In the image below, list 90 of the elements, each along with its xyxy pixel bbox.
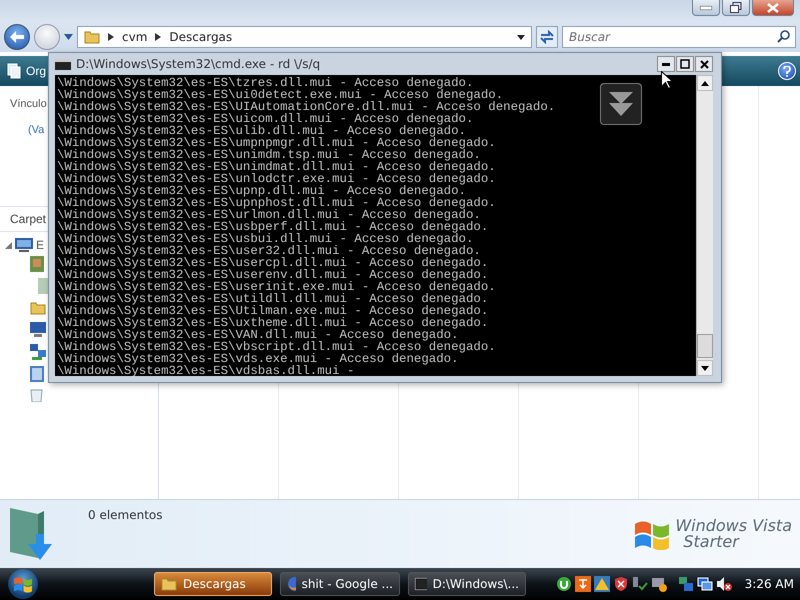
edition-name: Starter: [682, 534, 741, 550]
console-output-line: \Windows\System32\es-ES\uicom.dll.mui - Acceso denegado.: [57, 113, 474, 125]
console-output-line: \Windows\System32\es-ES\UIAutomationCore.dll.mui - Acceso denegado.: [57, 101, 556, 113]
minimize-button[interactable]: [692, 0, 720, 16]
help-question-icon: [783, 66, 791, 76]
brand-name: Windows Vista: [675, 518, 792, 534]
console-output-line: \Windows\System32\es-ES\ui0detect.exe.mui - Acceso denegado.: [57, 89, 504, 101]
clock[interactable]: 3:26 AM: [744, 577, 794, 591]
scroll-down-button[interactable]: [697, 360, 713, 376]
console-output-line: \Windows\System32\es-ES\unimdmat.dll.mui - Acceso denegado.: [57, 161, 496, 173]
console-output-line: \Windows\System32\es-ES\upnphost.dll.mui - Acceso denegado.: [57, 197, 496, 209]
back-arrow-icon: [10, 31, 24, 43]
organize-button[interactable]: Org: [4, 61, 48, 81]
windows-flag-icon: [13, 575, 33, 593]
folder-icon: [30, 300, 46, 316]
scrollbar-thumb[interactable]: [697, 334, 713, 358]
taskbar-button[interactable]: shit - Google ...: [280, 572, 400, 596]
console-output-line: \Windows\System32\es-ES\umpnpmgr.dll.mui - Acceso denegado.: [57, 137, 496, 149]
minimize-button[interactable]: [657, 56, 675, 72]
computer-icon: [30, 322, 46, 338]
help-button[interactable]: [778, 62, 796, 80]
console-output-line: \Windows\System32\es-ES\upnp.dll.mui - Acceso denegado.: [57, 185, 466, 197]
console-output-line: \Windows\System32\es-ES\usbperf.dll.mui - Acceso denegado.: [57, 221, 488, 233]
console-window-title: D:\Windows\System32\cmd.exe - rd \/s/q: [76, 57, 320, 71]
console-output-line: \Windows\System32\es-ES\usercpl.dll.mui - Acceso denegado.: [57, 257, 488, 269]
close-button[interactable]: [695, 56, 713, 72]
console-output-line: \Windows\System32\es-ES\userenv.dll.mui - Acceso denegado.: [57, 269, 488, 281]
warning-icon[interactable]: [594, 576, 610, 592]
network-icon: [30, 344, 46, 360]
console-output-line: \Windows\System32\es-ES\utildll.dll.mui - Acceso denegado.: [57, 293, 488, 305]
taskbar-button[interactable]: D:\Windows\...: [408, 572, 526, 596]
browser-globe-icon: [287, 576, 296, 592]
console-output-line: \Windows\System32\es-ES\user32.dll.mui - Acceso denegado.: [57, 245, 481, 257]
search-icon: [777, 30, 790, 43]
item-count: 0 elementos: [87, 507, 163, 524]
computer-icon: [15, 238, 33, 252]
restore-icon: [730, 2, 742, 13]
console-output-line: \Windows\System32\es-ES\userinit.exe.mui - Acceso denegado.: [57, 281, 496, 293]
expanded-arrow-icon[interactable]: [5, 242, 12, 248]
double-down-arrow-icon[interactable]: [600, 83, 642, 125]
console-icon: [55, 58, 71, 70]
console-output-line: \Windows\System32\es-ES\usbui.dll.mui - Acceso denegado.: [57, 233, 474, 245]
close-icon: [700, 60, 708, 68]
console-icon: [415, 578, 427, 590]
folder-icon: [161, 576, 177, 592]
taskbar-button[interactable]: Descargas: [154, 572, 272, 596]
breadcrumb-arrow-icon[interactable]: [155, 33, 162, 41]
close-icon: [767, 2, 779, 12]
console-output-line: \Windows\System32\es-ES\ulib.dll.mui - Acceso denegado.: [57, 125, 466, 137]
console-output-line: \Windows\System32\es-ES\vds.exe.mui - Acceso denegado.: [57, 353, 459, 365]
console-output-line: \Windows\System32\es-ES\vbscript.dll.mui - Acceso denegado.: [57, 341, 496, 353]
console-output-line: \Windows\System32\es-ES\unlodctr.exe.mui - Acceso denegado.: [57, 173, 496, 185]
console-output-line: \Windows\System32\es-ES\urlmon.dll.mui - Acceso denegado.: [57, 209, 481, 221]
maximize-button[interactable]: [676, 56, 694, 72]
recycle-bin-icon: [30, 388, 43, 402]
address-bar[interactable]: cvm Descargas: [77, 26, 532, 48]
minimize-icon: [700, 6, 712, 10]
refresh-arrows-icon: [540, 30, 554, 44]
pages-icon: [6, 63, 22, 79]
maximize-icon: [680, 59, 690, 69]
link[interactable]: (Va: [28, 124, 44, 136]
back-button[interactable]: [4, 24, 30, 50]
console-output-line: \Windows\System32\es-ES\VAN.dll.mui - Acceso denegado.: [57, 329, 459, 341]
monitor-icon[interactable]: [696, 576, 713, 592]
shield-icon[interactable]: [612, 576, 629, 592]
up-arrow-icon: [701, 80, 709, 86]
console-output-line: \Windows\System32\es-ES\tzres.dll.mui - Acceso denegado.: [57, 77, 474, 89]
restore-button[interactable]: [722, 0, 750, 16]
dropdown-caret-icon[interactable]: [517, 34, 525, 40]
console-output-line: \Windows\System32\es-ES\Utilman.exe.mui - Acceso denegado.: [57, 305, 488, 317]
breadcrumb-arrow-icon[interactable]: [108, 33, 114, 41]
console-output-line: \Windows\System32\es-ES\uxtheme.dll.mui - Acceso denegado.: [57, 317, 488, 329]
console-output-line: \Windows\System32\es-ES\unimdm.tsp.mui - Acceso denegado.: [57, 149, 481, 161]
folders-heading[interactable]: Carpet: [10, 212, 46, 226]
links-heading: Vínculo: [10, 98, 47, 110]
tree-item[interactable]: E: [36, 238, 44, 252]
breadcrumb[interactable]: Descargas: [169, 30, 232, 44]
minimize-icon: [662, 62, 670, 66]
recent-pages-caret-icon[interactable]: [64, 34, 73, 40]
network-icon[interactable]: [678, 576, 694, 592]
search-field[interactable]: Buscar: [562, 26, 796, 48]
speaker-muted-icon[interactable]: [716, 576, 732, 592]
control-panel-icon: [30, 366, 44, 382]
scroll-up-button[interactable]: [697, 75, 713, 91]
down-arrow-icon: [701, 366, 709, 370]
start-button[interactable]: [8, 569, 38, 599]
network-check-icon[interactable]: [632, 576, 648, 592]
download-icon[interactable]: [574, 576, 591, 592]
refresh-button[interactable]: [536, 26, 558, 48]
breadcrumb[interactable]: cvm: [122, 30, 148, 44]
